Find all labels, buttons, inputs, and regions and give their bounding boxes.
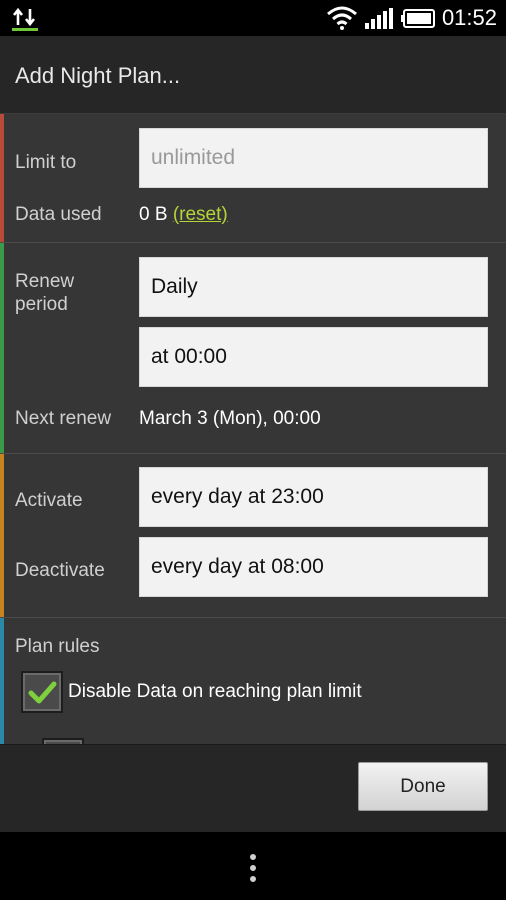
signal-icon (365, 8, 393, 29)
data-used-value: 0 B (139, 204, 168, 225)
checkmark-icon (28, 681, 57, 704)
navigation-bar (0, 832, 506, 900)
limit-section-stripe (0, 114, 4, 242)
renew-time-select[interactable]: at 00:00 (139, 327, 488, 387)
data-used-row: 0 B (reset) (139, 204, 228, 226)
activation-section: Activate every day at 23:00 Deactivate e… (0, 454, 506, 618)
title-bar: Add Night Plan... (0, 36, 506, 114)
activate-label: Activate (15, 490, 83, 511)
clock: 01:52 (441, 5, 497, 30)
plan-rules-section-stripe (0, 618, 4, 744)
renew-section: Renew period Daily at 00:00 Next renew M… (0, 243, 506, 454)
disable-data-label[interactable]: Disable Data on reaching plan limit (68, 681, 362, 703)
wifi-icon (327, 6, 357, 30)
plan-rules-label: Plan rules (15, 636, 100, 657)
deactivate-label: Deactivate (15, 560, 105, 581)
status-bar: 01:52 (0, 0, 506, 36)
next-renew-value: March 3 (Mon), 00:00 (139, 408, 321, 429)
reset-link[interactable]: (reset) (173, 204, 228, 225)
action-bar: Done (0, 744, 506, 832)
renew-section-stripe (0, 243, 4, 453)
deactivate-select[interactable]: every day at 08:00 (139, 537, 488, 597)
plan-form[interactable]: Limit to unlimited Data used 0 B (reset)… (0, 114, 506, 744)
data-used-label: Data used (15, 204, 102, 225)
plan-rules-section: Plan rules Disable Data on reaching plan… (0, 618, 506, 744)
limit-label: Limit to (15, 152, 77, 173)
battery-icon (401, 9, 435, 28)
limit-input[interactable]: unlimited (139, 128, 488, 188)
page-title: Add Night Plan... (15, 63, 181, 88)
renew-period-label: Renew period (15, 271, 75, 315)
disable-data-checkbox[interactable] (21, 671, 63, 713)
done-button[interactable]: Done (358, 762, 488, 811)
next-renew-label: Next renew (15, 408, 112, 429)
overflow-menu-icon[interactable] (249, 854, 257, 884)
limit-section: Limit to unlimited Data used 0 B (reset) (0, 114, 506, 243)
activation-section-stripe (0, 454, 4, 617)
renew-period-select[interactable]: Daily (139, 257, 488, 317)
data-transfer-icon (12, 7, 38, 31)
activate-select[interactable]: every day at 23:00 (139, 467, 488, 527)
